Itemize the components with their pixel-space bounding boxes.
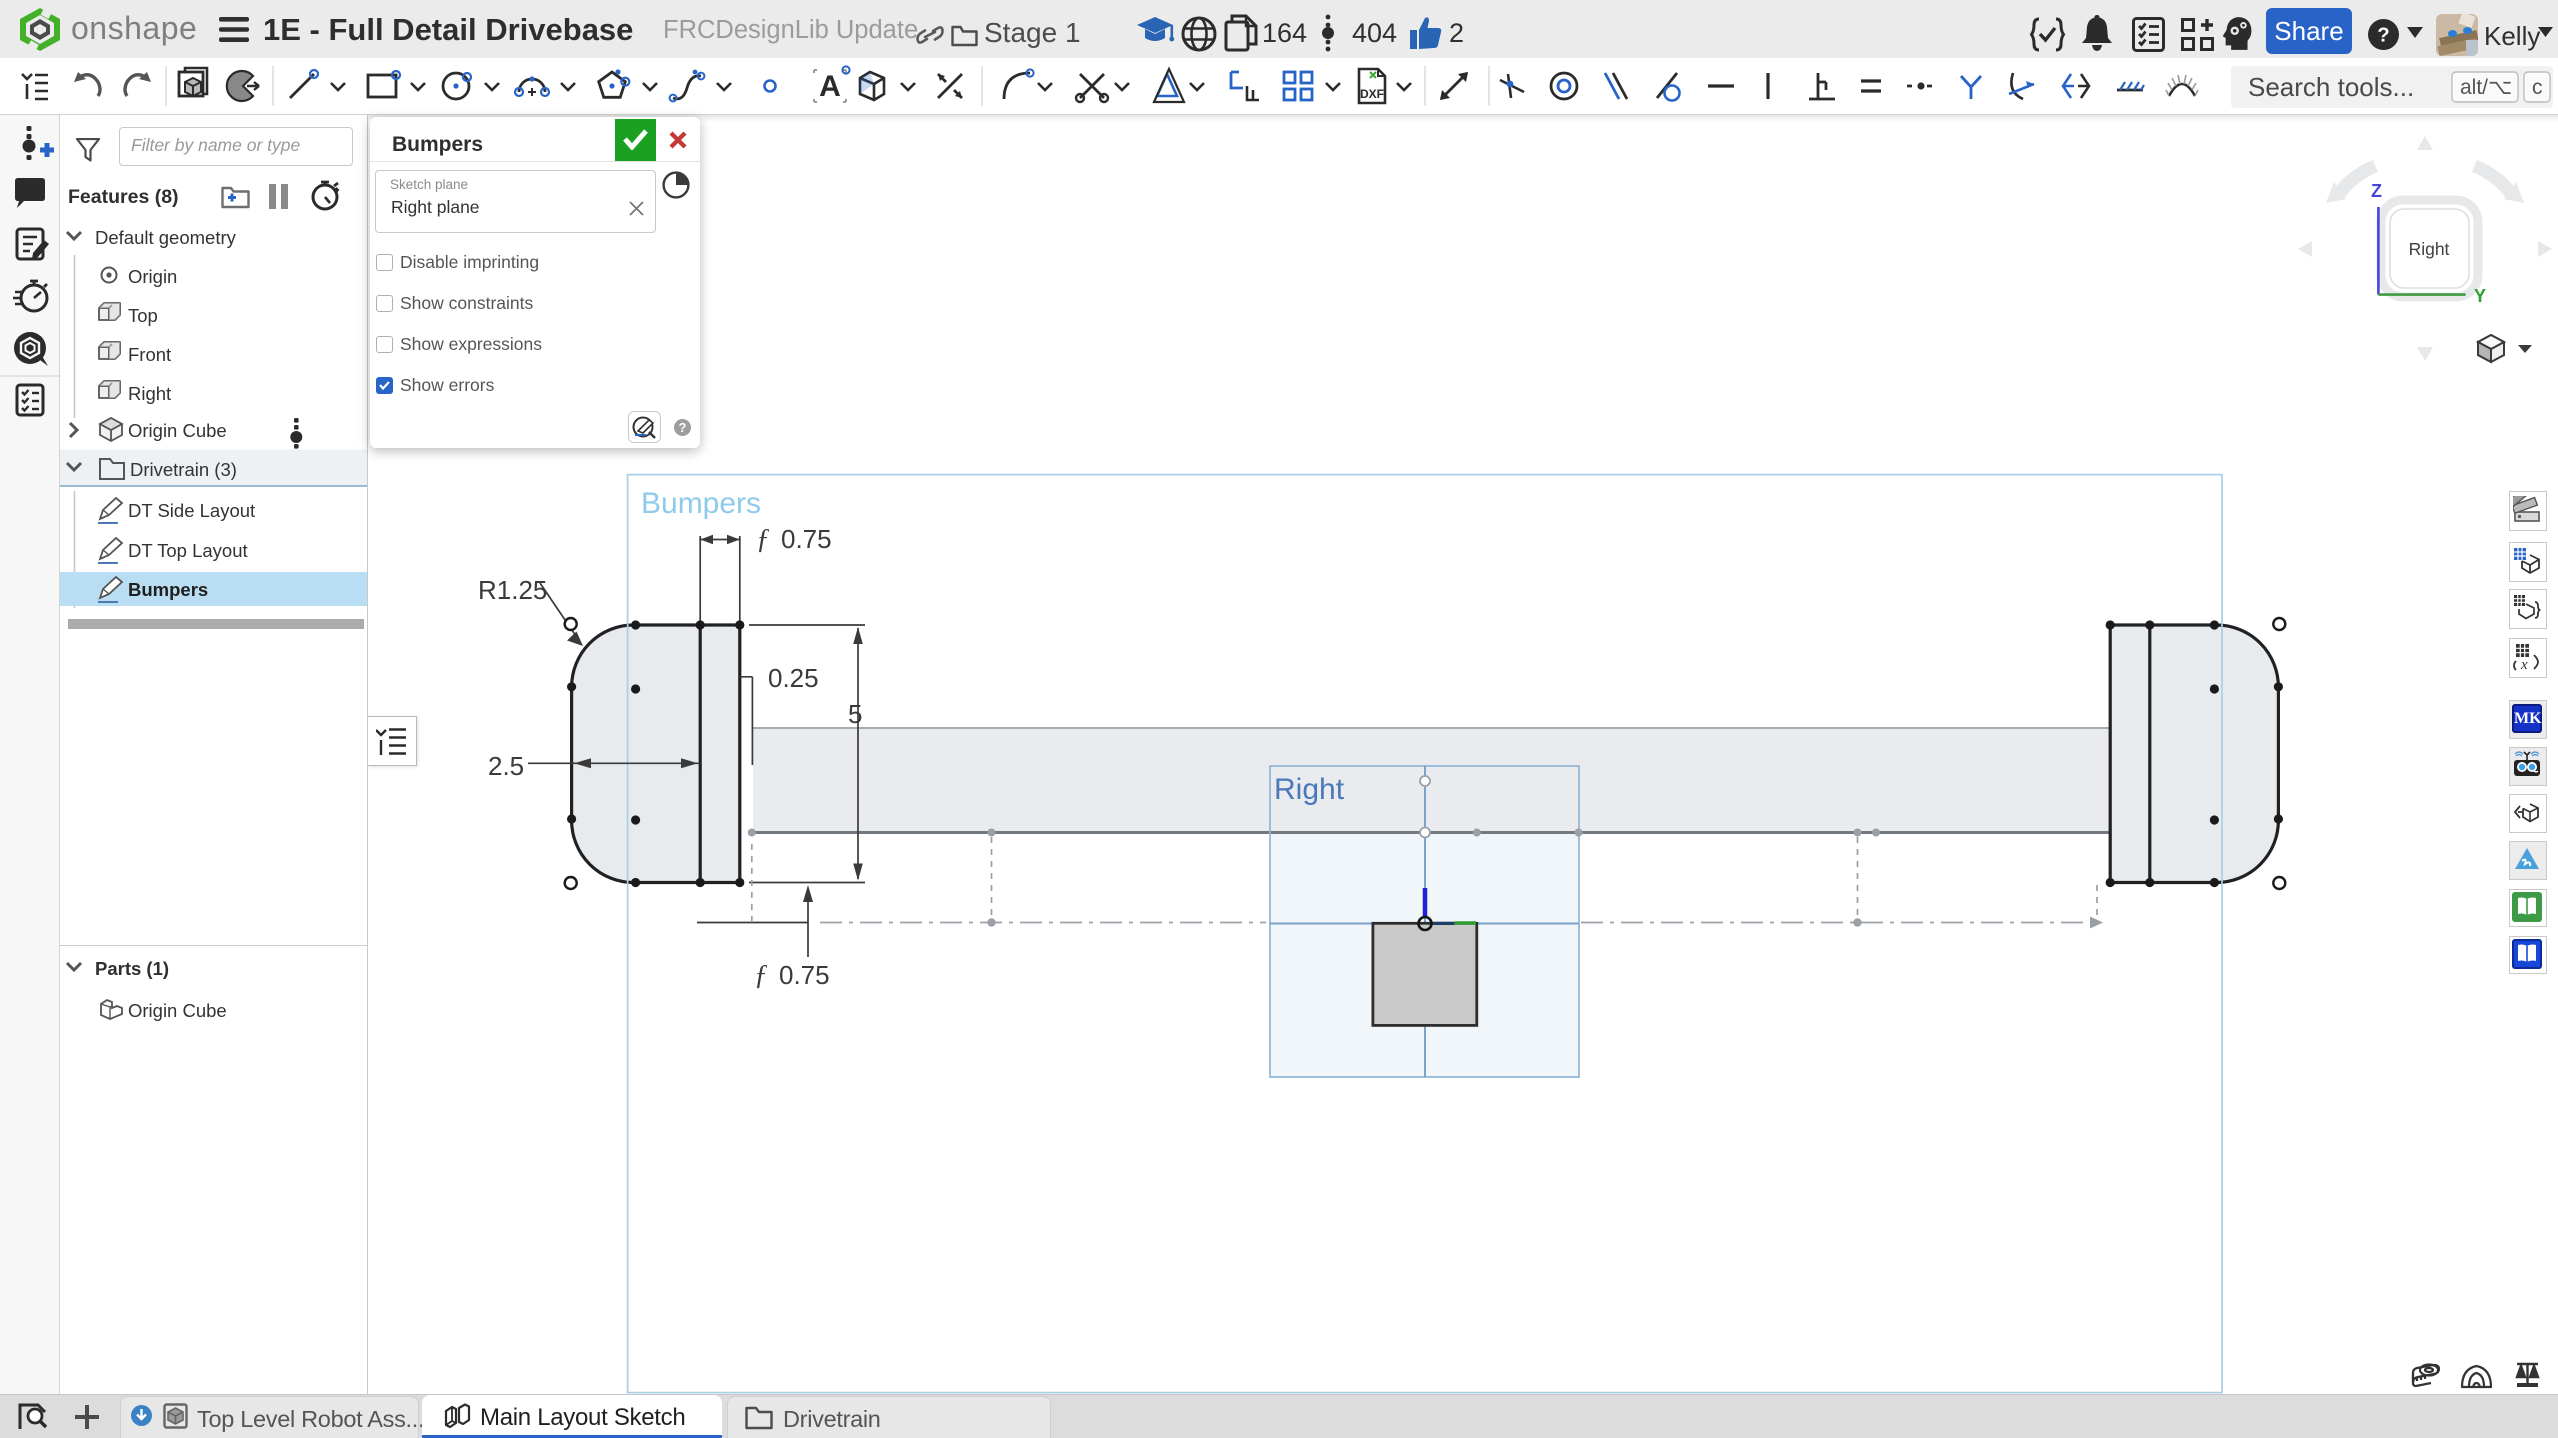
svg-text:0.75: 0.75 bbox=[781, 524, 832, 554]
svg-text:0.75: 0.75 bbox=[779, 960, 830, 990]
svg-text:Right: Right bbox=[128, 383, 171, 404]
svg-text:2.5: 2.5 bbox=[488, 751, 524, 781]
svg-text:Y: Y bbox=[2474, 286, 2486, 306]
svg-text:DT Top Layout: DT Top Layout bbox=[128, 540, 248, 561]
svg-text:?: ? bbox=[2377, 25, 2389, 47]
svg-text:Z: Z bbox=[2371, 181, 2382, 201]
svg-text:Front: Front bbox=[128, 344, 171, 365]
svg-text:DXF: DXF bbox=[1360, 87, 1384, 101]
svg-text:0.25: 0.25 bbox=[768, 663, 819, 693]
svg-text:x: x bbox=[2520, 657, 2528, 671]
svg-text:Bumpers: Bumpers bbox=[641, 487, 761, 520]
svg-text:Origin Cube: Origin Cube bbox=[128, 420, 227, 441]
svg-text:ƒ: ƒ bbox=[756, 524, 770, 555]
svg-text:Bumpers: Bumpers bbox=[128, 579, 208, 600]
svg-text:ƒ: ƒ bbox=[754, 960, 768, 991]
svg-text:Origin Cube: Origin Cube bbox=[128, 1000, 227, 1021]
svg-text:A: A bbox=[819, 70, 841, 103]
svg-text:Default geometry: Default geometry bbox=[95, 227, 237, 248]
svg-text:Parts (1): Parts (1) bbox=[95, 958, 169, 979]
svg-text:Right: Right bbox=[1274, 773, 1345, 806]
svg-text:Drivetrain (3): Drivetrain (3) bbox=[130, 459, 237, 480]
svg-text:R1.25: R1.25 bbox=[478, 575, 547, 605]
svg-text:Right: Right bbox=[2409, 239, 2450, 259]
svg-text:DT Side Layout: DT Side Layout bbox=[128, 500, 255, 521]
svg-text:Top: Top bbox=[128, 305, 158, 326]
svg-text:5: 5 bbox=[848, 699, 862, 729]
svg-text:c: c bbox=[2532, 76, 2543, 99]
svg-text:Search tools...: Search tools... bbox=[2248, 72, 2414, 102]
svg-text:Origin: Origin bbox=[128, 266, 177, 287]
svg-text:alt/⌥: alt/⌥ bbox=[2460, 76, 2512, 99]
